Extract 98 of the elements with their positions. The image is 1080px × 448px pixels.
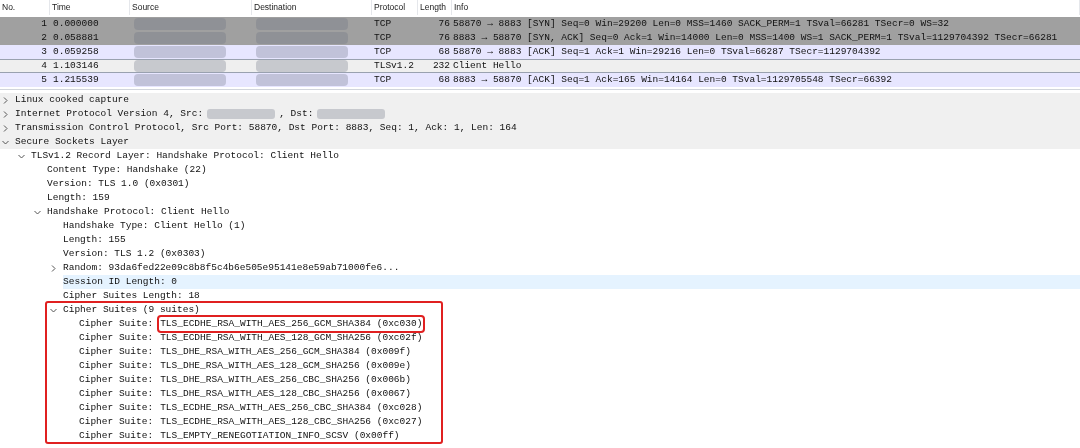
field-value: TLS_ECDHE_RSA_WITH_AES_256_GCM_SHA384 (0xc030) — [159, 316, 424, 332]
tree-row[interactable]: Internet Protocol Version 4, Src: , Dst: — [0, 107, 1080, 121]
table-cell-text: 76 — [437, 18, 451, 30]
packet-row[interactable]: 4 1.103146 TLSv1.2 232 Client Hello — [0, 59, 1080, 73]
column-header[interactable]: Source — [130, 0, 252, 15]
tree-row[interactable]: TLSv1.2 Record Layer: Handshake Protocol: Client Hello — [0, 149, 1080, 163]
field-value: TLS_ECDHE_RSA_WITH_AES_128_GCM_SHA256 (0xc02f) — [159, 330, 424, 345]
tree-item-label[interactable]: Length: 155 — [63, 232, 126, 248]
table-cell-text: TCP — [373, 46, 393, 58]
tree-item-label[interactable]: Version: TLS 1.2 (0x0303) — [63, 246, 206, 262]
tree-item-label[interactable]: Cipher Suite: — [79, 400, 154, 416]
tree-item-label[interactable]: Cipher Suites (9 suites) — [63, 302, 200, 318]
tree-item-label[interactable]: Cipher Suite: — [79, 414, 154, 430]
tree-row[interactable]: Cipher Suite: TLS_DHE_RSA_WITH_AES_256_GCM_SHA384 (0x009f) — [0, 345, 1080, 359]
field-value: TLS_EMPTY_RENEGOTIATION_INFO_SCSV (0x00ff) — [159, 428, 401, 443]
tree-row[interactable]: Cipher Suite: TLS_DHE_RSA_WITH_AES_128_CBC_SHA256 (0x0067) — [0, 387, 1080, 401]
tree-row[interactable]: Cipher Suite: TLS_EMPTY_RENEGOTIATION_INFO_SCSV (0x00ff) — [0, 429, 1080, 443]
column-header[interactable]: Destination — [252, 0, 372, 15]
tree-item-label[interactable]: Cipher Suite: — [79, 330, 154, 346]
redacted-block — [317, 109, 386, 119]
tree-row[interactable]: Version: TLS 1.2 (0x0303) — [0, 247, 1080, 261]
tree-item-label[interactable]: Length: 159 — [47, 190, 110, 206]
tree-row[interactable]: Length: 155 — [0, 233, 1080, 247]
column-header[interactable]: Time — [50, 0, 130, 15]
table-cell-text: 68 — [437, 46, 451, 58]
tree-row[interactable]: Cipher Suite: TLS_ECDHE_RSA_WITH_AES_128_GCM_SHA256 (0xc02f) — [0, 331, 1080, 345]
tree-item-label[interactable]: Session ID Length: 0 — [63, 274, 178, 290]
table-cell-text: 58870 → 8883 [SYN] Seq=0 Win=29200 Len=0 MSS=1460 SACK_PERM=1 TSval=66281 TSecr=0 WS=32 — [452, 18, 950, 30]
table-cell-text: 0.000000 — [52, 18, 100, 30]
field-value: TLS_ECDHE_RSA_WITH_AES_128_CBC_SHA256 (0xc027) — [159, 414, 424, 429]
tree-item-label[interactable]: Cipher Suite: — [79, 316, 154, 332]
table-cell-text: 68 — [437, 74, 451, 86]
tree-row[interactable]: Secure Sockets Layer — [0, 135, 1080, 149]
tree-row[interactable]: Content Type: Handshake (22) — [0, 163, 1080, 177]
tree-row[interactable]: Cipher Suite: TLS_DHE_RSA_WITH_AES_128_GCM_SHA256 (0x009e) — [0, 359, 1080, 373]
tree-row[interactable]: Cipher Suite: TLS_ECDHE_RSA_WITH_AES_256_CBC_SHA384 (0xc028) — [0, 401, 1080, 415]
tree-row[interactable]: Cipher Suites (9 suites) — [0, 303, 1080, 317]
field-value: TLS_DHE_RSA_WITH_AES_256_GCM_SHA384 (0x009f) — [159, 344, 412, 359]
table-cell-text: TCP — [373, 74, 393, 86]
column-header[interactable]: Protocol — [372, 0, 418, 15]
tree-row[interactable]: Cipher Suite: TLS_DHE_RSA_WITH_AES_256_CBC_SHA256 (0x006b) — [0, 373, 1080, 387]
tree-item-label[interactable]: Transmission Control Protocol, Src Port: 58870, Dst Port: 8883, Seq: 1, Ack: 1, Len: 164 — [15, 120, 517, 136]
tree-item-label[interactable]: Cipher Suite: — [79, 386, 154, 402]
column-header[interactable]: Info — [452, 0, 1080, 15]
field-value: TLS_ECDHE_RSA_WITH_AES_256_CBC_SHA384 (0xc028) — [159, 400, 424, 415]
table-cell-text: 4 — [40, 60, 48, 72]
table-cell-text: 1.215539 — [52, 74, 100, 86]
table-cell-text: 2 — [40, 32, 48, 44]
packet-row[interactable]: 1 0.000000 TCP 76 58870 → 8883 [SYN] Seq=0 Win=29200 Len=0 MSS=1460 SACK_PERM=1 TSval=66281 TSecr=0 WS=32 — [0, 17, 1080, 31]
tree-row[interactable]: Length: 159 — [0, 191, 1080, 205]
column-header[interactable]: Length — [418, 0, 452, 15]
tree-item-label[interactable]: Content Type: Handshake (22) — [47, 162, 207, 178]
tree-item-label: , Dst: — [279, 106, 314, 121]
tree-row[interactable]: Linux cooked capture — [0, 93, 1080, 107]
field-value: TLS_DHE_RSA_WITH_AES_128_CBC_SHA256 (0x0067) — [159, 386, 412, 401]
tree-item-label[interactable]: TLSv1.2 Record Layer: Handshake Protocol: Client Hello — [31, 148, 339, 164]
column-header[interactable]: No. — [0, 0, 50, 15]
table-cell-text: TCP — [373, 32, 393, 44]
table-cell-text: TCP — [373, 18, 393, 30]
tree-item-label[interactable]: Linux cooked capture — [15, 92, 130, 108]
packet-row[interactable]: 5 1.215539 TCP 68 8883 → 58870 [ACK] Seq=1 Ack=165 Win=14164 Len=0 TSval=1129705548 TSecr=66392 — [0, 73, 1080, 87]
tree-row[interactable]: Transmission Control Protocol, Src Port: 58870, Dst Port: 8883, Seq: 1, Ack: 1, Len: 164 — [0, 121, 1080, 135]
tree-item-label[interactable]: Cipher Suite: — [79, 358, 154, 374]
redacted-block — [207, 109, 276, 119]
tree-item-label[interactable]: Cipher Suite: — [79, 428, 154, 444]
tree-item-label[interactable]: Random: 93da6fed22e09c8b8f5c4b6e505e95141e8e59ab71000fe6... — [63, 260, 400, 276]
tree-row[interactable]: Cipher Suite: TLS_ECDHE_RSA_WITH_AES_256_GCM_SHA384 (0xc030) — [0, 317, 1080, 331]
table-cell-text: 1.103146 — [52, 60, 100, 72]
field-value: TLS_DHE_RSA_WITH_AES_256_CBC_SHA256 (0x006b) — [159, 372, 412, 387]
tree-row[interactable]: Random: 93da6fed22e09c8b8f5c4b6e505e95141e8e59ab71000fe6... — [0, 261, 1080, 275]
table-cell-text: 0.059258 — [52, 46, 100, 58]
table-cell-text: 8883 → 58870 [ACK] Seq=1 Ack=165 Win=14164 Len=0 TSval=1129705548 TSecr=66392 — [452, 74, 893, 86]
table-cell-text: Client Hello — [452, 60, 523, 72]
tree-item-label: Internet Protocol Version 4, Src: — [15, 106, 204, 121]
tree-row[interactable]: Handshake Type: Client Hello (1) — [0, 219, 1080, 233]
table-cell-text: 8883 → 58870 [SYN, ACK] Seq=0 Ack=1 Win=14000 Len=0 MSS=1400 WS=1 SACK_PERM=1 TSval=1129704392 TSecr=66281 — [452, 32, 1059, 44]
table-cell-text: 1 — [40, 18, 48, 30]
tree-item-label[interactable]: Cipher Suite: — [79, 372, 154, 388]
table-cell-text: 232 — [431, 60, 451, 72]
tree-item-label[interactable]: Handshake Type: Client Hello (1) — [63, 218, 246, 234]
field-value: TLS_DHE_RSA_WITH_AES_128_GCM_SHA256 (0x009e) — [159, 358, 412, 373]
tree-item-label[interactable]: Cipher Suites Length: 18 — [63, 288, 200, 304]
tree-row[interactable]: Cipher Suites Length: 18 — [0, 289, 1080, 303]
tree-item-label[interactable]: Handshake Protocol: Client Hello — [47, 204, 230, 220]
packet-row[interactable]: 3 0.059258 TCP 68 58870 → 8883 [ACK] Seq=1 Ack=1 Win=29216 Len=0 TSval=66287 TSecr=1129704392 — [0, 45, 1080, 59]
tree-row[interactable]: Version: TLS 1.0 (0x0301) — [0, 177, 1080, 191]
tree-row[interactable]: Handshake Protocol: Client Hello — [0, 205, 1080, 219]
tree-row[interactable]: Cipher Suite: TLS_ECDHE_RSA_WITH_AES_128_CBC_SHA256 (0xc027) — [0, 415, 1080, 429]
table-cell-text: 5 — [40, 74, 48, 86]
table-cell-text: 58870 → 8883 [ACK] Seq=1 Ack=1 Win=29216 Len=0 TSval=66287 TSecr=1129704392 — [452, 46, 882, 58]
table-cell-text: TLSv1.2 — [373, 60, 415, 72]
packet-row[interactable]: 2 0.058881 TCP 76 8883 → 58870 [SYN, ACK] Seq=0 Ack=1 Win=14000 Len=0 MSS=1400 WS=1 SACK_PERM=1 TSval=1129704392 TSecr=66281 — [0, 31, 1080, 45]
table-cell-text: 76 — [437, 32, 451, 44]
tree-item-label[interactable]: Version: TLS 1.0 (0x0301) — [47, 176, 190, 192]
tree-item-label[interactable]: Secure Sockets Layer — [15, 134, 130, 150]
tree-item-label[interactable]: Cipher Suite: — [79, 344, 154, 360]
table-cell-text: 3 — [40, 46, 48, 58]
table-cell-text: 0.058881 — [52, 32, 100, 44]
